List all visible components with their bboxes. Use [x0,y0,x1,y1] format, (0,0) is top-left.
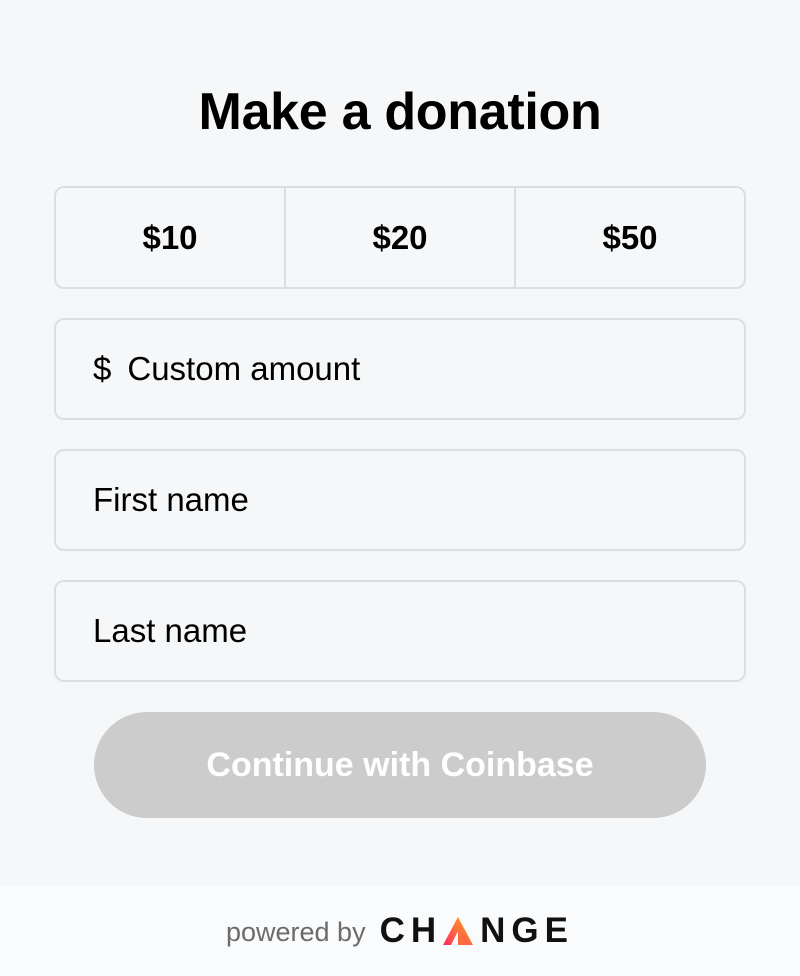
donation-widget: Make a donation $10 $20 $50 $ Continue w… [0,0,800,976]
amount-50-button[interactable]: $50 [514,188,744,287]
currency-symbol: $ [93,350,112,387]
powered-by-text: powered by [225,916,366,947]
custom-amount-field[interactable]: $ [54,318,746,420]
first-name-input[interactable] [93,481,613,519]
footer: powered by CH NGE [0,886,800,976]
amount-options: $10 $20 $50 [54,186,746,289]
last-name-field[interactable] [54,580,746,682]
brand-text-end: NGE [480,911,574,950]
amount-10-button[interactable]: $10 [56,188,284,287]
change-logo[interactable]: CH NGE [380,911,574,951]
page-title: Make a donation [198,83,602,141]
continue-with-coinbase-button[interactable]: Continue with Coinbase [94,712,706,818]
brand-a-triangle-icon [443,917,474,945]
last-name-input[interactable] [93,612,613,650]
brand-text-start: CH [379,911,443,950]
custom-amount-input[interactable] [127,350,648,388]
amount-20-button[interactable]: $20 [284,188,514,287]
first-name-field[interactable] [54,449,746,551]
